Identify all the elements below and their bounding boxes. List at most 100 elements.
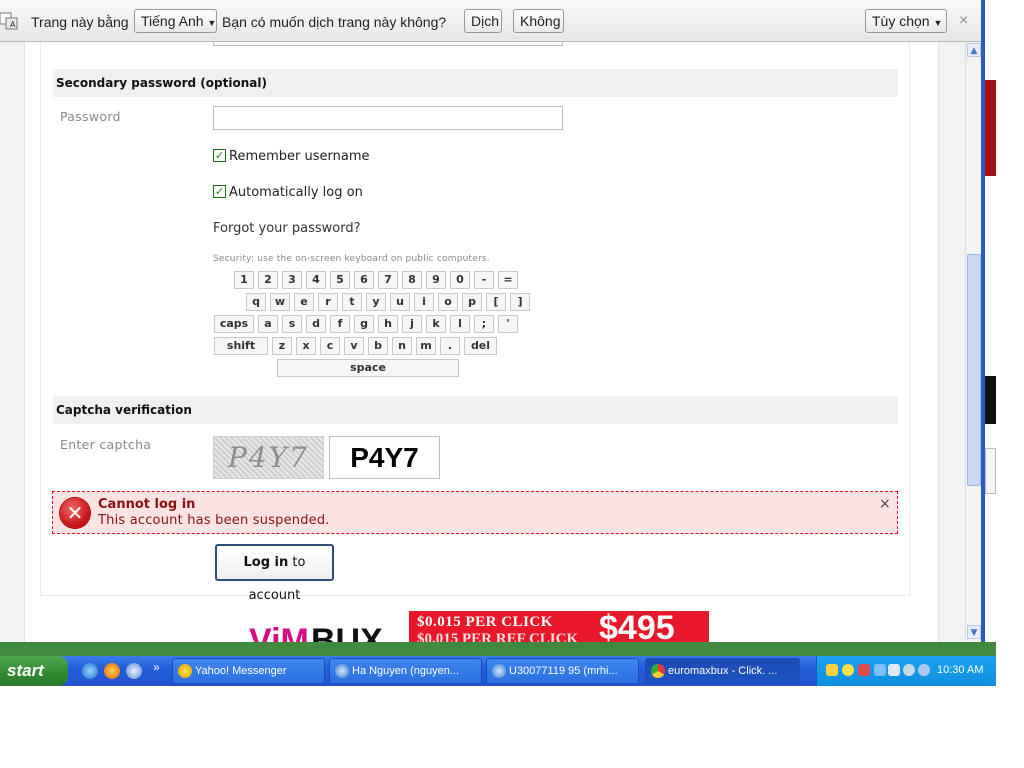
key-char[interactable]: e xyxy=(294,293,314,311)
key-char[interactable]: w xyxy=(270,293,290,311)
key-char[interactable]: 1 xyxy=(234,271,254,289)
taskbar: start » Yahoo! Messenger Ha Nguyen (nguy… xyxy=(0,656,996,686)
auto-logon-checkbox[interactable]: ✓ xyxy=(213,185,226,198)
antivirus-icon[interactable] xyxy=(858,664,870,676)
key-char[interactable]: m xyxy=(416,337,436,355)
clock: 10:30 AM xyxy=(937,664,984,676)
key-char[interactable]: h xyxy=(378,315,398,333)
key-del[interactable]: del xyxy=(464,337,497,355)
key-char[interactable]: 7 xyxy=(378,271,398,289)
scroll-thumb[interactable] xyxy=(967,254,981,486)
task-label: Ha Nguyen (nguyen... xyxy=(352,665,460,677)
key-char[interactable]: . xyxy=(440,337,460,355)
ppc-banner[interactable]: $0.015 PER CLICK $0.015 PER REF CLICK $4… xyxy=(409,611,709,642)
key-char[interactable]: d xyxy=(306,315,326,333)
key-char[interactable]: - xyxy=(474,271,494,289)
key-char[interactable]: v xyxy=(344,337,364,355)
banner-line1: $0.015 PER CLICK xyxy=(417,614,553,630)
vertical-scrollbar[interactable]: ▲ ▼ xyxy=(965,42,981,642)
key-char[interactable]: o xyxy=(438,293,458,311)
key-shift[interactable]: shift xyxy=(214,337,268,355)
key-char[interactable]: 8 xyxy=(402,271,422,289)
key-char[interactable]: z xyxy=(272,337,292,355)
translate-bar: A Trang này bằng Tiếng Anh ▼ Bạn có muốn… xyxy=(0,0,983,42)
language-select[interactable]: Tiếng Anh ▼ xyxy=(134,9,217,33)
start-button[interactable]: start xyxy=(0,656,68,686)
alert-title: Cannot log in xyxy=(98,497,196,512)
key-caps[interactable]: caps xyxy=(214,315,254,333)
task-euromaxbux[interactable]: euromaxbux - Click. ... xyxy=(645,658,800,684)
key-char[interactable]: a xyxy=(258,315,278,333)
key-char[interactable]: ] xyxy=(510,293,530,311)
close-icon[interactable]: × xyxy=(879,496,891,512)
messenger-tray-icon[interactable] xyxy=(903,664,915,676)
key-char[interactable]: 0 xyxy=(450,271,470,289)
task-yahoo-messenger[interactable]: Yahoo! Messenger xyxy=(172,658,325,684)
task-ha-nguyen[interactable]: Ha Nguyen (nguyen... xyxy=(329,658,482,684)
key-char[interactable]: y xyxy=(366,293,386,311)
close-icon[interactable]: × xyxy=(959,12,968,30)
key-char[interactable]: l xyxy=(450,315,470,333)
key-space[interactable]: space xyxy=(277,359,459,377)
key-char[interactable]: ; xyxy=(474,315,494,333)
password-label: Password xyxy=(60,109,121,124)
edge-image-dark xyxy=(985,376,996,424)
scroll-up-icon[interactable]: ▲ xyxy=(967,43,981,57)
captcha-label: Enter captcha xyxy=(60,437,152,452)
secondary-password-input[interactable] xyxy=(213,106,563,130)
translate-icon: A xyxy=(0,12,18,30)
key-char[interactable]: 9 xyxy=(426,271,446,289)
banner-amount: $495 xyxy=(599,611,675,642)
security-note: Security: use the on-screen keyboard on … xyxy=(213,254,490,264)
captcha-input[interactable]: P4Y7 xyxy=(329,436,440,479)
key-char[interactable]: 4 xyxy=(306,271,326,289)
username-input[interactable] xyxy=(213,42,563,46)
yahoo-tray-icon[interactable] xyxy=(842,664,854,676)
ie-icon[interactable] xyxy=(82,663,98,679)
key-char[interactable]: 5 xyxy=(330,271,350,289)
key-char[interactable]: i xyxy=(414,293,434,311)
no-translate-button[interactable]: Không xyxy=(513,9,564,33)
key-char[interactable]: k xyxy=(426,315,446,333)
volume-icon[interactable] xyxy=(888,664,900,676)
key-char[interactable]: g xyxy=(354,315,374,333)
options-button[interactable]: Tùy chọn ▼ xyxy=(865,9,947,33)
key-char[interactable]: 6 xyxy=(354,271,374,289)
key-char[interactable]: b xyxy=(368,337,388,355)
firefox-icon[interactable] xyxy=(104,663,120,679)
translate-button[interactable]: Dịch xyxy=(464,9,502,33)
quicklaunch-more-icon[interactable]: » xyxy=(153,660,160,674)
key-char[interactable]: 2 xyxy=(258,271,278,289)
remember-username-checkbox[interactable]: ✓ xyxy=(213,149,226,162)
key-char[interactable]: ' xyxy=(498,315,518,333)
forgot-password-link[interactable]: Forgot your password? xyxy=(213,221,361,236)
error-icon: ✕ xyxy=(60,498,90,528)
key-char[interactable]: f xyxy=(330,315,350,333)
scroll-down-icon[interactable]: ▼ xyxy=(967,625,981,639)
key-char[interactable]: q xyxy=(246,293,266,311)
key-char[interactable]: s xyxy=(282,315,302,333)
mail-icon[interactable] xyxy=(826,664,838,676)
ie-icon xyxy=(335,664,349,678)
translate-question: Bạn có muốn dịch trang này không? xyxy=(222,14,447,30)
key-char[interactable]: [ xyxy=(486,293,506,311)
update-icon[interactable] xyxy=(918,664,930,676)
key-char[interactable]: = xyxy=(498,271,518,289)
key-char[interactable]: u xyxy=(390,293,410,311)
key-char[interactable]: p xyxy=(462,293,482,311)
key-char[interactable]: n xyxy=(392,337,412,355)
task-label: U30077119 95 (mrhi... xyxy=(509,665,618,677)
key-char[interactable]: j xyxy=(402,315,422,333)
vimbux-banner[interactable]: ViM BUX xyxy=(249,612,389,642)
auto-logon-label: Automatically log on xyxy=(229,185,363,200)
desktop-wallpaper xyxy=(0,642,996,656)
ie-alt-icon[interactable] xyxy=(126,663,142,679)
key-char[interactable]: t xyxy=(342,293,362,311)
key-char[interactable]: 3 xyxy=(282,271,302,289)
key-char[interactable]: x xyxy=(296,337,316,355)
network-icon[interactable] xyxy=(874,664,886,676)
login-button[interactable]: Log in to account xyxy=(215,544,334,603)
key-char[interactable]: r xyxy=(318,293,338,311)
task-u30077119[interactable]: U30077119 95 (mrhi... xyxy=(486,658,639,684)
key-char[interactable]: c xyxy=(320,337,340,355)
